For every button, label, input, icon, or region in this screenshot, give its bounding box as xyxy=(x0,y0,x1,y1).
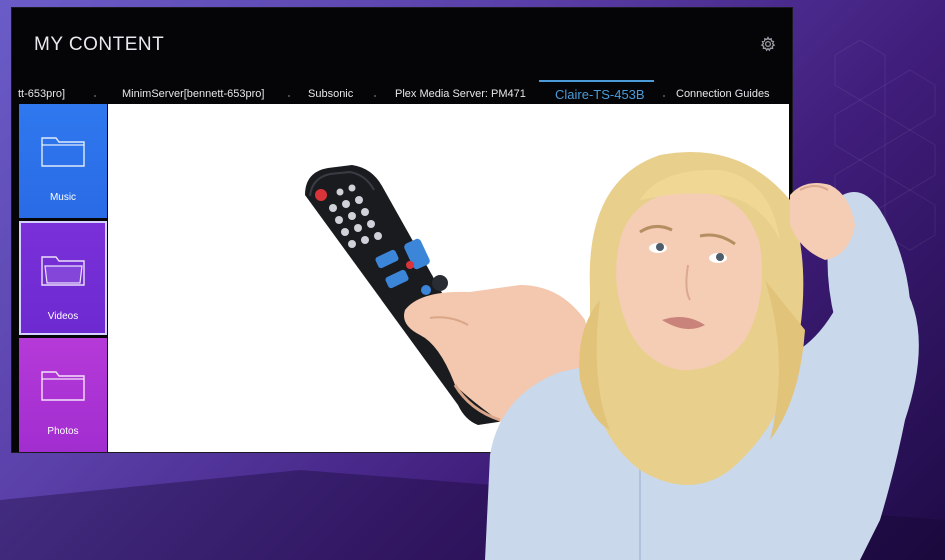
sidebar-item-label: Videos xyxy=(47,311,79,322)
tab-plex-media-server[interactable]: Plex Media Server: PM471 xyxy=(395,88,526,100)
folder-icon xyxy=(41,137,85,167)
sidebar-item-videos[interactable]: Videos xyxy=(19,221,107,335)
tab-separator xyxy=(374,95,376,97)
sidebar-item-label: Music xyxy=(49,192,77,203)
tab-tt-653pro[interactable]: tt-653pro] xyxy=(18,88,65,100)
tab-minimserver[interactable]: MinimServer[bennett-653pro] xyxy=(122,88,264,100)
sidebar-item-photos[interactable]: Photos xyxy=(19,338,107,452)
tab-separator xyxy=(663,95,665,97)
tab-subsonic[interactable]: Subsonic xyxy=(308,88,353,100)
sidebar-item-music[interactable]: Music xyxy=(19,104,107,218)
folder-icon xyxy=(41,371,85,401)
tv-header: MY CONTENT xyxy=(12,8,792,80)
tv-screen: MY CONTENT tt-653pro] MinimServer[bennet… xyxy=(12,8,792,452)
sidebar-item-label: Photos xyxy=(47,426,79,437)
tab-claire-ts-453b[interactable]: Claire-TS-453B xyxy=(555,87,645,102)
folder-open-icon xyxy=(41,256,85,286)
active-tab-indicator xyxy=(539,80,654,82)
tab-connection-guides[interactable]: Connection Guides xyxy=(676,88,770,100)
tab-separator xyxy=(94,95,96,97)
gear-icon[interactable] xyxy=(760,36,776,52)
page-title: MY CONTENT xyxy=(34,34,165,55)
content-pane xyxy=(108,104,789,452)
tab-separator xyxy=(288,95,290,97)
